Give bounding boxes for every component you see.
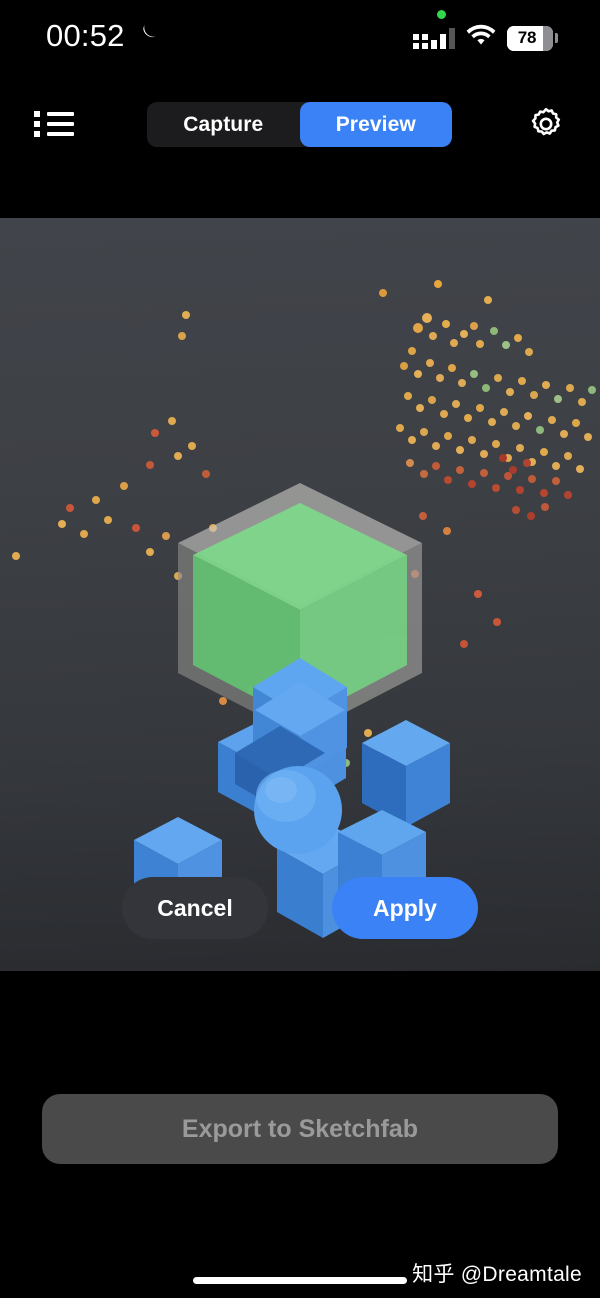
watermark-label: 知乎 @Dreamtale [412, 1263, 582, 1286]
bulleted-list-icon[interactable] [30, 100, 78, 148]
battery-percent-label: 78 [517, 28, 537, 47]
cellular-signal-icon [413, 27, 455, 49]
tab-preview[interactable]: Preview [299, 102, 452, 147]
apply-button[interactable]: Apply [332, 877, 478, 939]
crescent-moon-icon [135, 20, 161, 51]
status-bar-left: 00:52 [46, 20, 161, 51]
status-bar: 00:52 78 [0, 0, 600, 72]
status-bar-right: 78 [413, 24, 558, 52]
top-toolbar: Capture Preview [0, 88, 600, 160]
green-privacy-dot [437, 10, 446, 19]
center-sphere [254, 766, 342, 854]
handle-cube-right [362, 720, 450, 827]
status-time: 00:52 [46, 18, 125, 53]
export-to-sketchfab-button[interactable]: Export to Sketchfab [42, 1094, 558, 1164]
app-screen: 00:52 78 Capture Preview Cancel Apply Ex… [0, 0, 600, 1298]
viewport-action-row: Cancel Apply [0, 877, 600, 939]
home-indicator[interactable] [193, 1277, 407, 1284]
model-viewport[interactable]: Cancel Apply [0, 218, 600, 971]
gear-icon[interactable] [520, 98, 572, 150]
wifi-icon [466, 24, 496, 52]
bounding-box-model[interactable] [0, 218, 600, 971]
tab-capture[interactable]: Capture [147, 102, 300, 147]
capture-preview-segmented-control[interactable]: Capture Preview [147, 102, 452, 147]
battery-icon: 78 [507, 25, 558, 51]
cancel-button[interactable]: Cancel [122, 877, 268, 939]
